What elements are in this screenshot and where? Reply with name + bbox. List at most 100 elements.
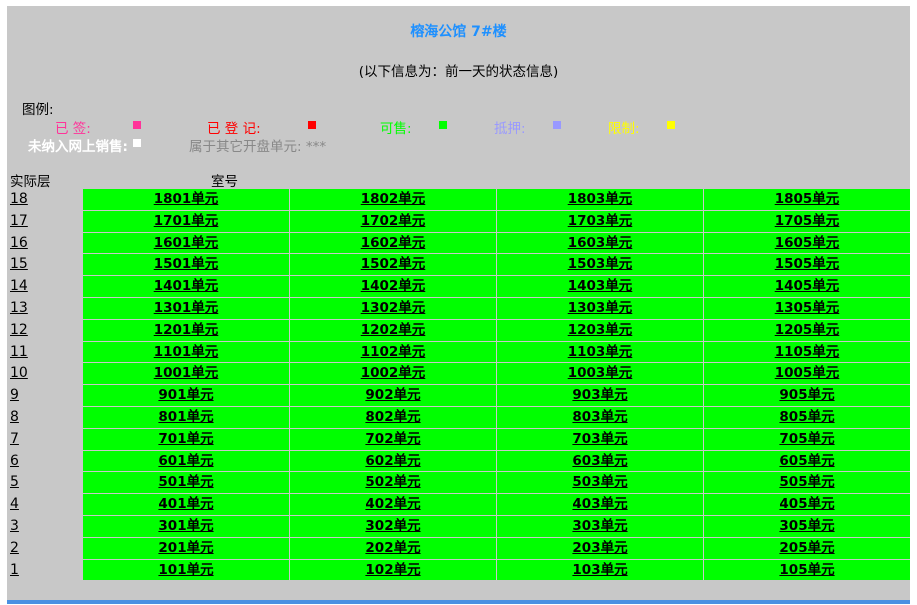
unit-cell-link[interactable]: 1003单元 (497, 363, 703, 385)
floor-link[interactable]: 3 (10, 516, 19, 538)
unit-cell-link[interactable]: 1605单元 (704, 232, 910, 254)
unit-cell-link[interactable]: 1405单元 (704, 276, 910, 297)
unit-cell-link[interactable]: 705单元 (704, 428, 910, 450)
unit-cell-link[interactable]: 1202单元 (290, 319, 496, 341)
unit-cell-link[interactable]: 503单元 (497, 472, 703, 494)
unit-cell-link[interactable]: 202单元 (290, 537, 496, 559)
unit-cell-link[interactable]: 1002单元 (290, 363, 496, 385)
floor-link[interactable]: 5 (10, 472, 19, 494)
unit-cell-link[interactable]: 1403单元 (497, 276, 703, 297)
legend-available-label: 可售: (380, 121, 412, 137)
unit-cell-link[interactable]: 1801单元 (83, 189, 289, 210)
unit-cell-link[interactable]: 1301单元 (83, 298, 289, 319)
unit-cell-link[interactable]: 1502单元 (290, 254, 496, 276)
unit-cell-link[interactable]: 1603单元 (497, 232, 703, 254)
unit-cell-link[interactable]: 505单元 (704, 472, 910, 494)
unit-cell-link[interactable]: 1102单元 (290, 341, 496, 363)
unit-cell-link[interactable]: 1702单元 (290, 210, 496, 232)
unit-cell-link[interactable]: 1501单元 (83, 254, 289, 276)
room-column-header: 室号 (211, 174, 238, 190)
unit-cell-link[interactable]: 1201单元 (83, 319, 289, 341)
unit-cell-link[interactable]: 1001单元 (83, 363, 289, 385)
unit-cell-link[interactable]: 403单元 (497, 494, 703, 515)
floor-link[interactable]: 7 (10, 429, 19, 451)
unit-cell-link[interactable]: 801单元 (83, 407, 289, 428)
unit-cell-link[interactable]: 1802单元 (290, 189, 496, 210)
unit-cell-link[interactable]: 1303单元 (497, 298, 703, 319)
unit-cell-link[interactable]: 401单元 (83, 494, 289, 515)
floor-link[interactable]: 4 (10, 494, 19, 516)
unit-cell-link[interactable]: 703单元 (497, 428, 703, 450)
unit-cell-link[interactable]: 1701单元 (83, 210, 289, 232)
floor-link[interactable]: 11 (10, 342, 28, 364)
unit-cell-link[interactable]: 1401单元 (83, 276, 289, 297)
unit-cell-link[interactable]: 502单元 (290, 472, 496, 494)
page-subtitle: (以下信息为：前一天的状态信息) (358, 64, 559, 80)
unit-cell-link[interactable]: 701单元 (83, 428, 289, 450)
floor-link[interactable]: 14 (10, 276, 28, 298)
unit-cell-link[interactable]: 903单元 (497, 385, 703, 406)
unit-cell-link[interactable]: 201单元 (83, 537, 289, 559)
floor-link[interactable]: 18 (10, 189, 28, 211)
unit-cell-link[interactable]: 1805单元 (704, 189, 910, 210)
unit-cell-link[interactable]: 1205单元 (704, 319, 910, 341)
floor-link[interactable]: 9 (10, 385, 19, 407)
unit-cell-link[interactable]: 1402单元 (290, 276, 496, 297)
unit-cell-link[interactable]: 302单元 (290, 516, 496, 537)
floor-link[interactable]: 6 (10, 451, 19, 473)
unit-cell-link[interactable]: 1302单元 (290, 298, 496, 319)
unit-cell-link[interactable]: 602单元 (290, 450, 496, 472)
unit-cell-link[interactable]: 803单元 (497, 407, 703, 428)
floor-link[interactable]: 8 (10, 407, 19, 429)
unit-cell-link[interactable]: 601单元 (83, 450, 289, 472)
unit-cell-link[interactable]: 301单元 (83, 516, 289, 537)
unit-cell-link[interactable]: 305单元 (704, 516, 910, 537)
unit-cell-link[interactable]: 901单元 (83, 385, 289, 406)
unit-cell-link[interactable]: 103单元 (497, 559, 703, 581)
unit-cell-link[interactable]: 102单元 (290, 559, 496, 581)
unit-cell-link[interactable]: 905单元 (704, 385, 910, 406)
table-row: 2 201单元 202单元 203单元 205单元 (7, 537, 910, 560)
unit-cell-link[interactable]: 1703单元 (497, 210, 703, 232)
table-row: 11 1101单元 1102单元 1103单元 1105单元 (7, 341, 910, 364)
unit-cell-link[interactable]: 1103单元 (497, 341, 703, 363)
unit-cell-link[interactable]: 1105单元 (704, 341, 910, 363)
unit-cell-link[interactable]: 105单元 (704, 559, 910, 581)
unit-cell-link[interactable]: 405单元 (704, 494, 910, 515)
unit-cell-link[interactable]: 1203单元 (497, 319, 703, 341)
floor-link[interactable]: 1 (10, 560, 19, 582)
unit-cell-link[interactable]: 1505单元 (704, 254, 910, 276)
unit-cell-link[interactable]: 205单元 (704, 537, 910, 559)
unit-cell-link[interactable]: 603单元 (497, 450, 703, 472)
unit-cell-link[interactable]: 1005单元 (704, 363, 910, 385)
unit-cell-link[interactable]: 402单元 (290, 494, 496, 515)
unit-cell-link[interactable]: 203单元 (497, 537, 703, 559)
floor-link[interactable]: 16 (10, 233, 28, 255)
legend-not-online-swatch (133, 139, 141, 147)
unit-cell-link[interactable]: 702单元 (290, 428, 496, 450)
unit-cell-link[interactable]: 1705单元 (704, 210, 910, 232)
unit-cell-link[interactable]: 1602单元 (290, 232, 496, 254)
legend-mortgage-swatch (553, 121, 561, 129)
table-row: 15 1501单元 1502单元 1503单元 1505单元 (7, 254, 910, 276)
unit-cell-link[interactable]: 802单元 (290, 407, 496, 428)
unit-cell-link[interactable]: 1101单元 (83, 341, 289, 363)
unit-cell-link[interactable]: 605单元 (704, 450, 910, 472)
unit-cell-link[interactable]: 902单元 (290, 385, 496, 406)
unit-cell-link[interactable]: 805单元 (704, 407, 910, 428)
unit-cell-link[interactable]: 1503单元 (497, 254, 703, 276)
unit-cell-link[interactable]: 1305单元 (704, 298, 910, 319)
floor-link[interactable]: 13 (10, 298, 28, 320)
floor-link[interactable]: 10 (10, 363, 28, 385)
floor-link[interactable]: 2 (10, 538, 19, 560)
floor-link[interactable]: 15 (10, 254, 28, 276)
unit-cell-link[interactable]: 303单元 (497, 516, 703, 537)
table-row: 16 1601单元 1602单元 1603单元 1605单元 (7, 232, 910, 255)
unit-cell-link[interactable]: 501单元 (83, 472, 289, 494)
legend-label: 图例: (22, 102, 54, 118)
unit-cell-link[interactable]: 1803单元 (497, 189, 703, 210)
unit-cell-link[interactable]: 1601单元 (83, 232, 289, 254)
floor-link[interactable]: 17 (10, 211, 28, 233)
unit-cell-link[interactable]: 101单元 (83, 559, 289, 581)
floor-link[interactable]: 12 (10, 320, 28, 342)
